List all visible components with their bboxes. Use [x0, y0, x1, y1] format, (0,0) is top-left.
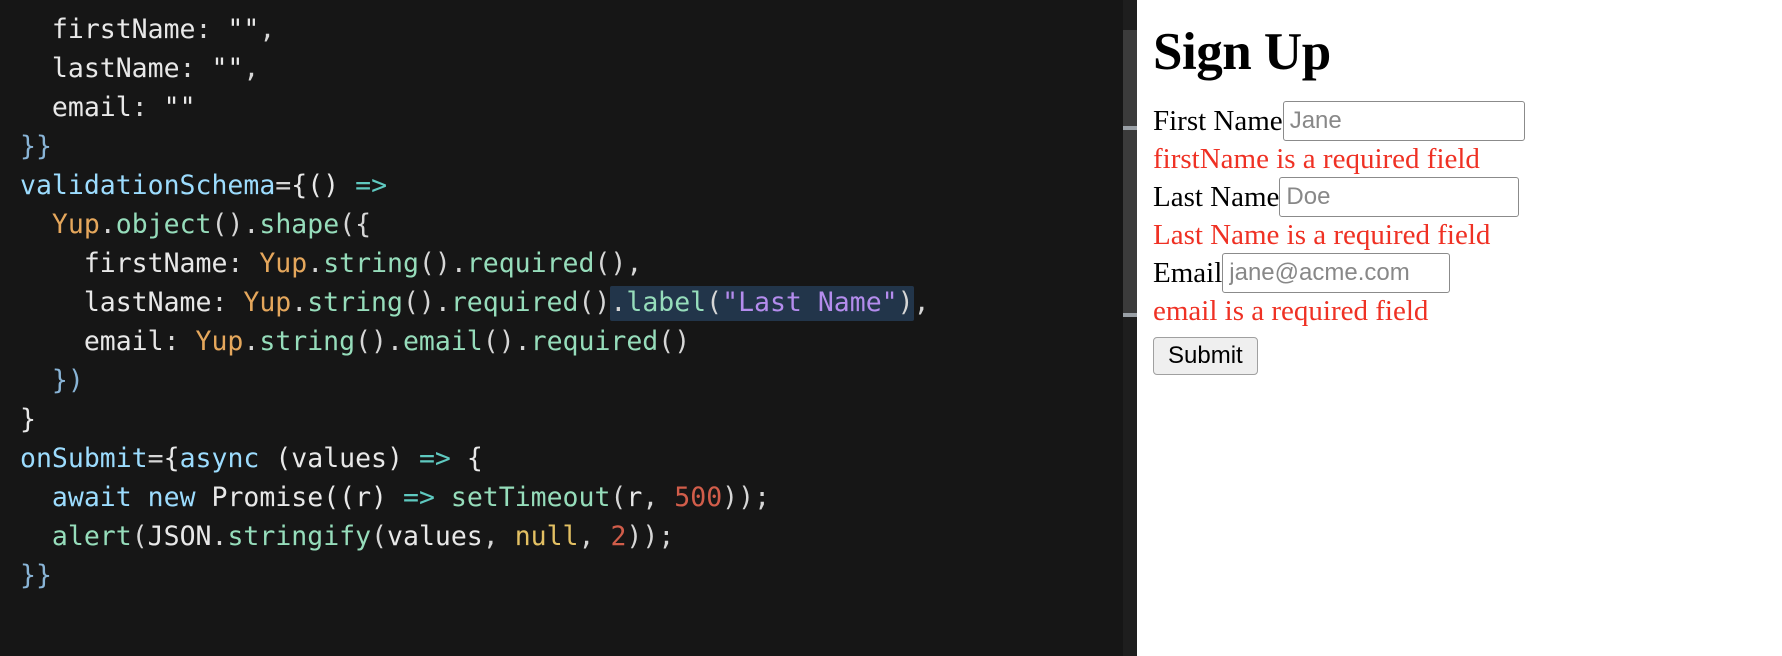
code-selection: .label("Last Name") — [610, 286, 914, 321]
last-name-label: Last Name — [1153, 181, 1280, 213]
scrollbar-marker — [1123, 126, 1137, 130]
code-line: }) — [51, 365, 84, 396]
signup-form: Sign Up First Name firstName is a requir… — [1137, 0, 1782, 375]
code-line: await new Promise((r) => setTimeout(r, 5… — [51, 482, 771, 513]
code-line: alert(JSON.stringify(values, null, 2)); — [51, 521, 675, 552]
first-name-input[interactable] — [1282, 101, 1525, 141]
code-line: } — [20, 404, 36, 435]
first-name-error: firstName is a required field — [1153, 143, 1480, 175]
code-line: }} — [20, 131, 52, 162]
code-line: lastName: Yup.string().required().label(… — [20, 283, 930, 322]
code-line: email: Yup.string().email().required() — [20, 326, 691, 357]
code-content[interactable]: firstName: "", lastName: "", email: ""}}… — [20, 0, 930, 656]
last-name-error: Last Name is a required field — [1153, 219, 1491, 251]
code-editor-pane[interactable]: firstName: "", lastName: "", email: ""}}… — [0, 0, 1137, 656]
email-input[interactable] — [1222, 253, 1451, 293]
field-row-lastname: Last Name — [1153, 177, 1766, 217]
code-line: Yup.object().shape({ — [51, 209, 372, 240]
first-name-label: First Name — [1153, 105, 1283, 137]
scrollbar-marker — [1123, 313, 1137, 317]
page-title: Sign Up — [1153, 23, 1331, 81]
code-line: firstName: "", — [20, 14, 276, 45]
preview-pane: Sign Up First Name firstName is a requir… — [1137, 0, 1782, 656]
app-root: firstName: "", lastName: "", email: ""}}… — [0, 0, 1782, 656]
code-line: onSubmit={async (values) => { — [20, 443, 483, 474]
code-line: email: "" — [20, 92, 196, 123]
submit-button[interactable]: Submit — [1153, 337, 1258, 375]
email-label: Email — [1153, 257, 1223, 289]
field-row-firstname: First Name — [1153, 101, 1766, 141]
code-line: }} — [20, 560, 52, 591]
code-line: firstName: Yup.string().required(), — [20, 248, 643, 279]
email-error: email is a required field — [1153, 295, 1429, 327]
field-row-email: Email — [1153, 253, 1766, 293]
code-line: validationSchema={() => — [20, 170, 388, 201]
editor-vertical-scrollbar[interactable] — [1123, 0, 1137, 656]
last-name-input[interactable] — [1279, 177, 1520, 217]
scrollbar-thumb[interactable] — [1123, 30, 1137, 315]
code-line: lastName: "", — [20, 53, 260, 84]
